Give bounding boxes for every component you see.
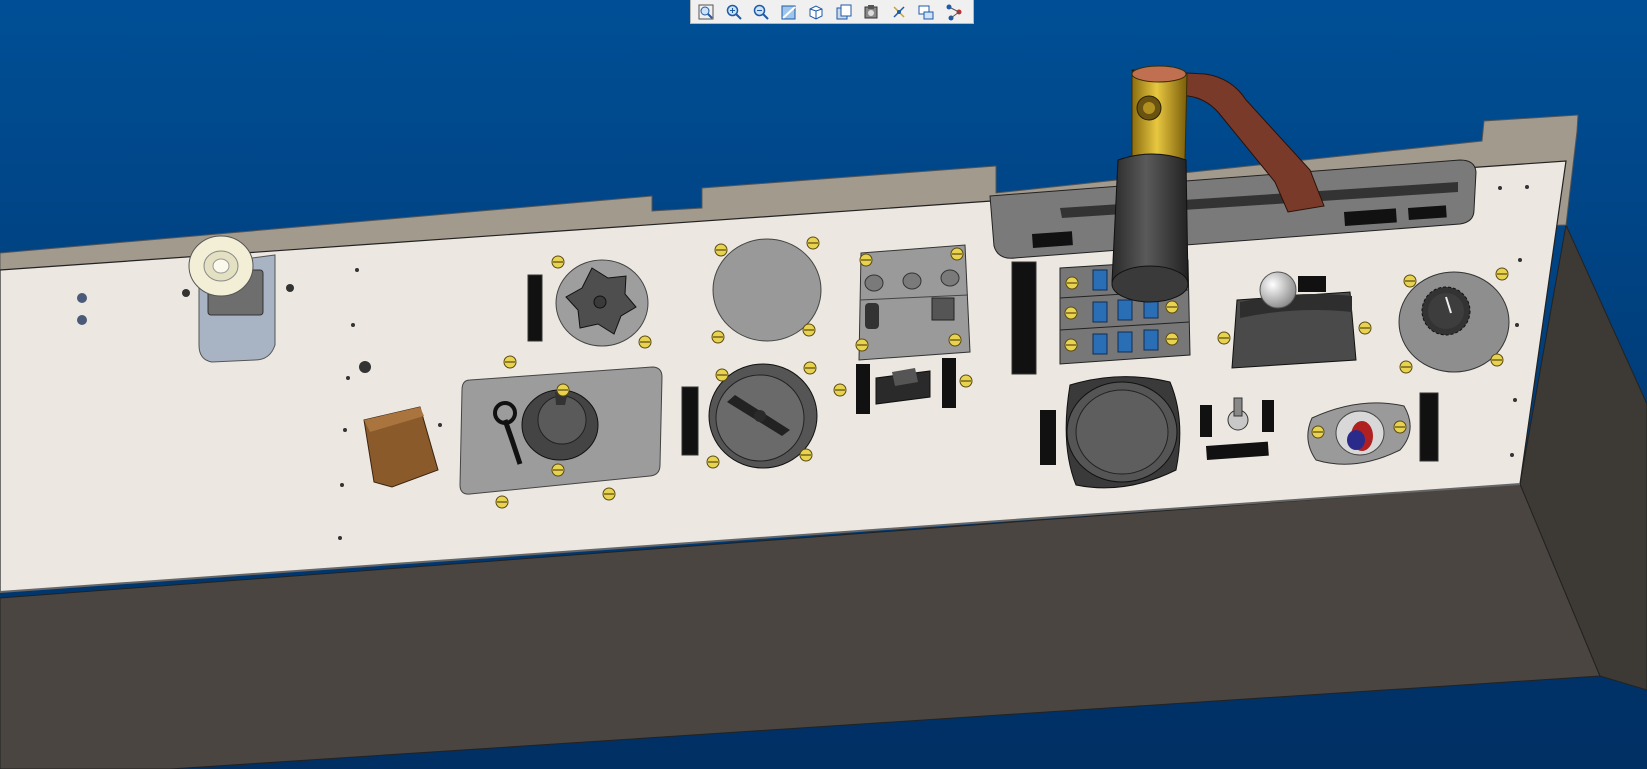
fit-all-button[interactable]: [693, 1, 719, 23]
fit-all-icon: [698, 4, 714, 19]
capture-button[interactable]: [913, 1, 939, 23]
tree-structure-icon: [946, 4, 961, 20]
small-toggle-switch: [1200, 397, 1274, 460]
zoom-in-button[interactable]: [721, 1, 747, 23]
hide-show-icon: [864, 4, 878, 18]
compass-button[interactable]: [886, 1, 912, 23]
throttle-handle: [1111, 65, 1189, 303]
zoom-out-icon: [753, 4, 769, 20]
render-style-icon: [836, 4, 851, 19]
tree-structure-button[interactable]: [941, 1, 967, 23]
hide-show-button[interactable]: [858, 1, 884, 23]
normal-view-button[interactable]: [776, 1, 802, 23]
capture-icon: [918, 5, 934, 19]
fuse-block: [855, 244, 971, 361]
render-style-button[interactable]: [831, 1, 857, 23]
cube-view-icon: [809, 4, 823, 20]
zoom-out-button[interactable]: [748, 1, 774, 23]
view-mode-button[interactable]: [803, 1, 829, 23]
view-toolbar: [690, 0, 974, 24]
normal-view-icon: [781, 5, 796, 19]
compass-icon: [892, 5, 905, 18]
tall-label-plate: [1011, 261, 1037, 375]
zoom-in-icon: [726, 4, 742, 20]
3d-viewport[interactable]: [0, 0, 1647, 769]
console-model: [0, 65, 1647, 769]
